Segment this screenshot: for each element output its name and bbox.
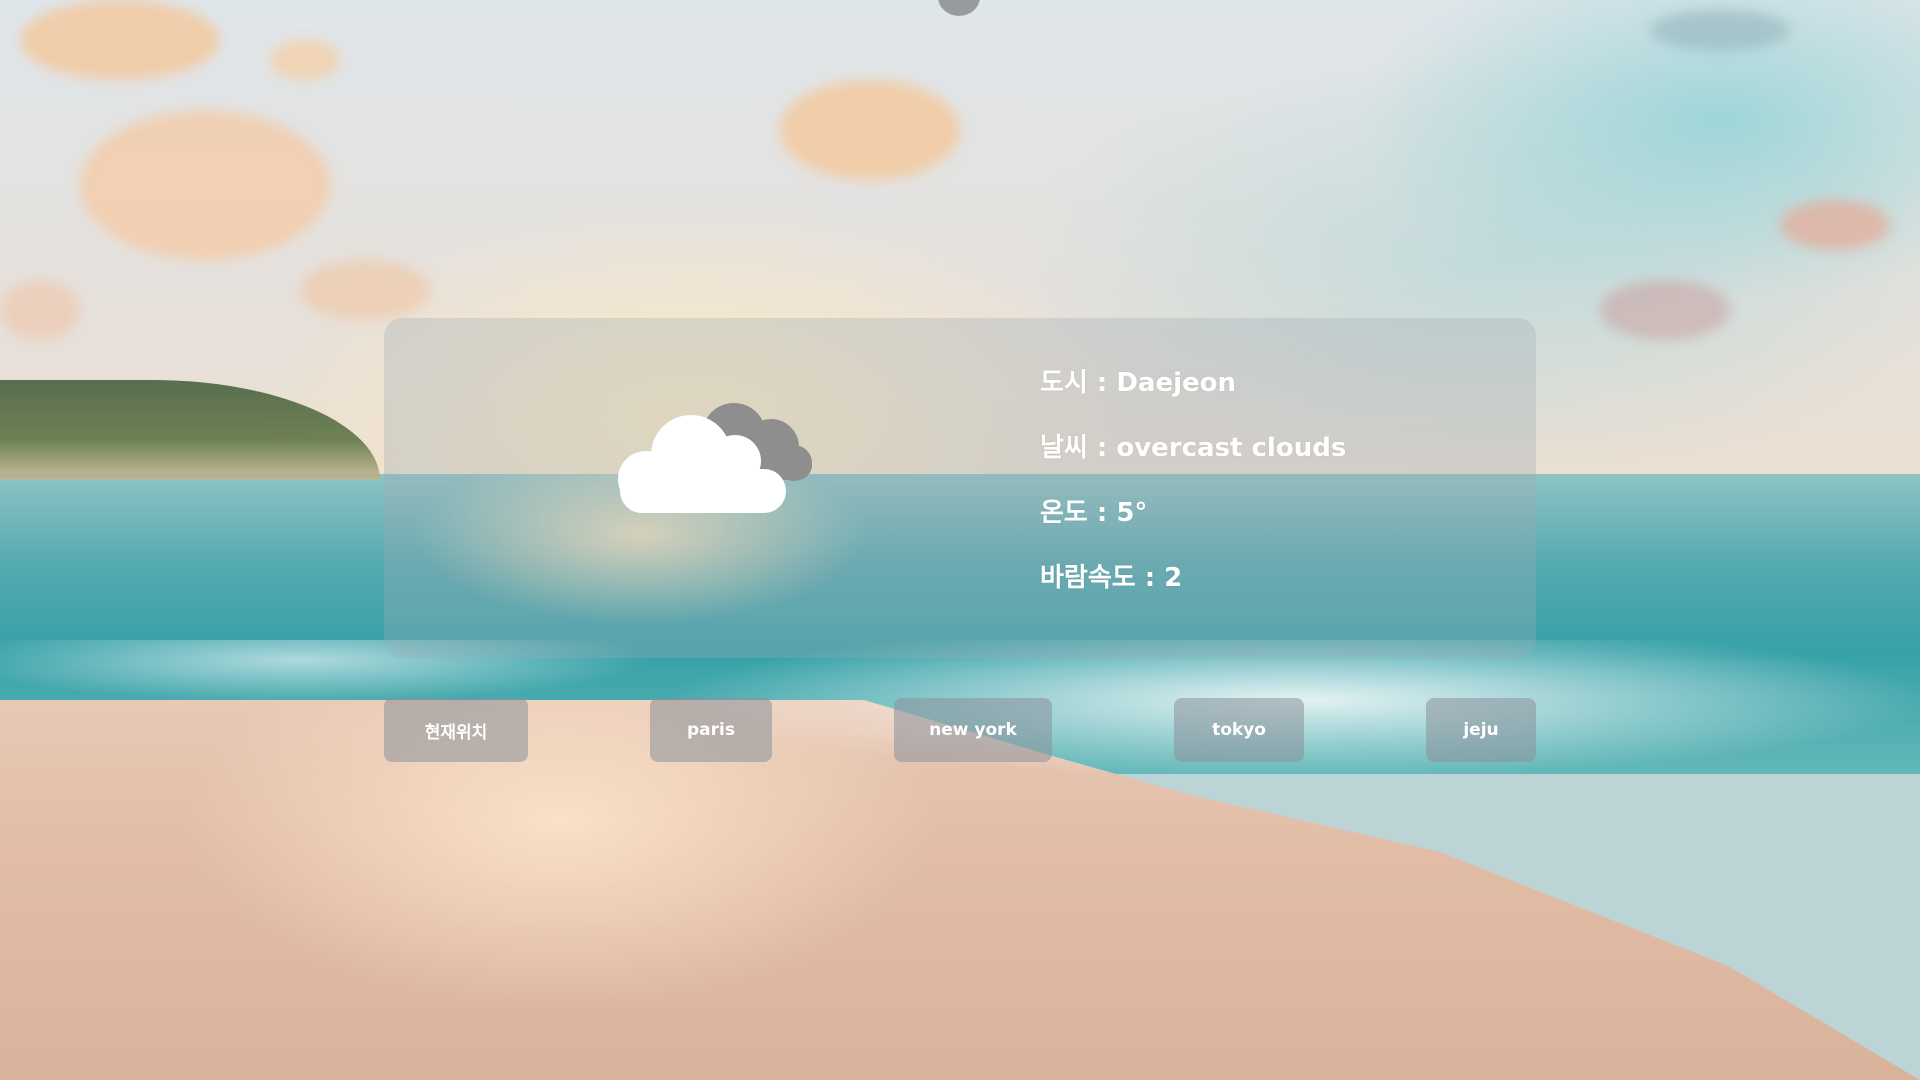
paris-button[interactable]: paris [650,698,772,762]
sky-cloud [80,110,330,260]
weather-card [384,318,1536,658]
city-text: 도시 : Daejeon [1040,368,1237,398]
weather-description-text: 날씨 : overcast clouds [1040,433,1347,463]
jeju-button[interactable]: jeju [1426,698,1536,762]
sky-cloud [1650,10,1790,50]
tokyo-button[interactable]: tokyo [1174,698,1304,762]
sky-cloud [780,80,960,180]
sky-cloud [270,40,340,80]
new-york-button[interactable]: new york [894,698,1052,762]
sky-cloud [0,280,80,340]
overcast-clouds-icon [618,403,812,513]
sky-cloud [1780,200,1890,250]
sky-cloud [20,0,220,80]
weather-info: 도시 : Daejeon 날씨 : overcast clouds 온도 : 5… [1040,370,1346,630]
wind-speed-text: 바람속도 : 2 [1040,563,1183,593]
current-location-button[interactable]: 현재위치 [384,698,528,762]
sky-cloud [300,260,430,320]
sky-cloud [1600,280,1730,340]
temperature-text: 온도 : 5° [1040,498,1148,528]
